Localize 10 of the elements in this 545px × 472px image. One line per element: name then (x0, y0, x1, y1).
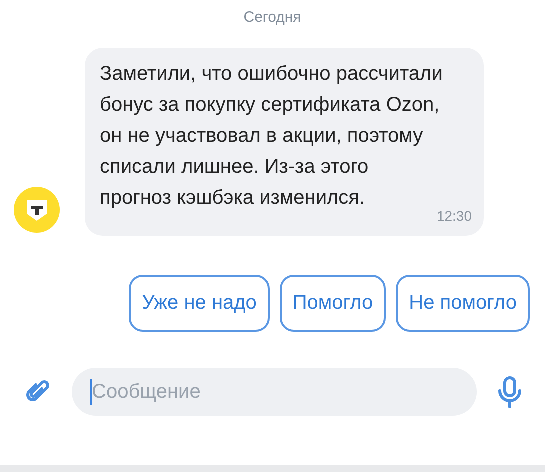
message-input-field[interactable]: Сообщение (72, 368, 477, 416)
quick-reply-button[interactable]: Уже не надо (129, 275, 270, 332)
text-cursor (90, 379, 92, 405)
date-divider: Сегодня (242, 9, 302, 28)
message-time: 12:30 (436, 208, 472, 224)
quick-reply-button[interactable]: Помогло (280, 275, 386, 332)
shield-avatar-icon (14, 187, 60, 233)
quick-reply-button[interactable]: Не помогло (396, 275, 530, 332)
microphone-icon[interactable] (497, 376, 523, 408)
message-text: Заметили, что ошибочно рассчитали бонус за покупку сертификата Ozon, он не участвовал в акции, поэтому списали лишнее. Из-за этого прогноз кэшбэка изменился. (100, 62, 444, 211)
